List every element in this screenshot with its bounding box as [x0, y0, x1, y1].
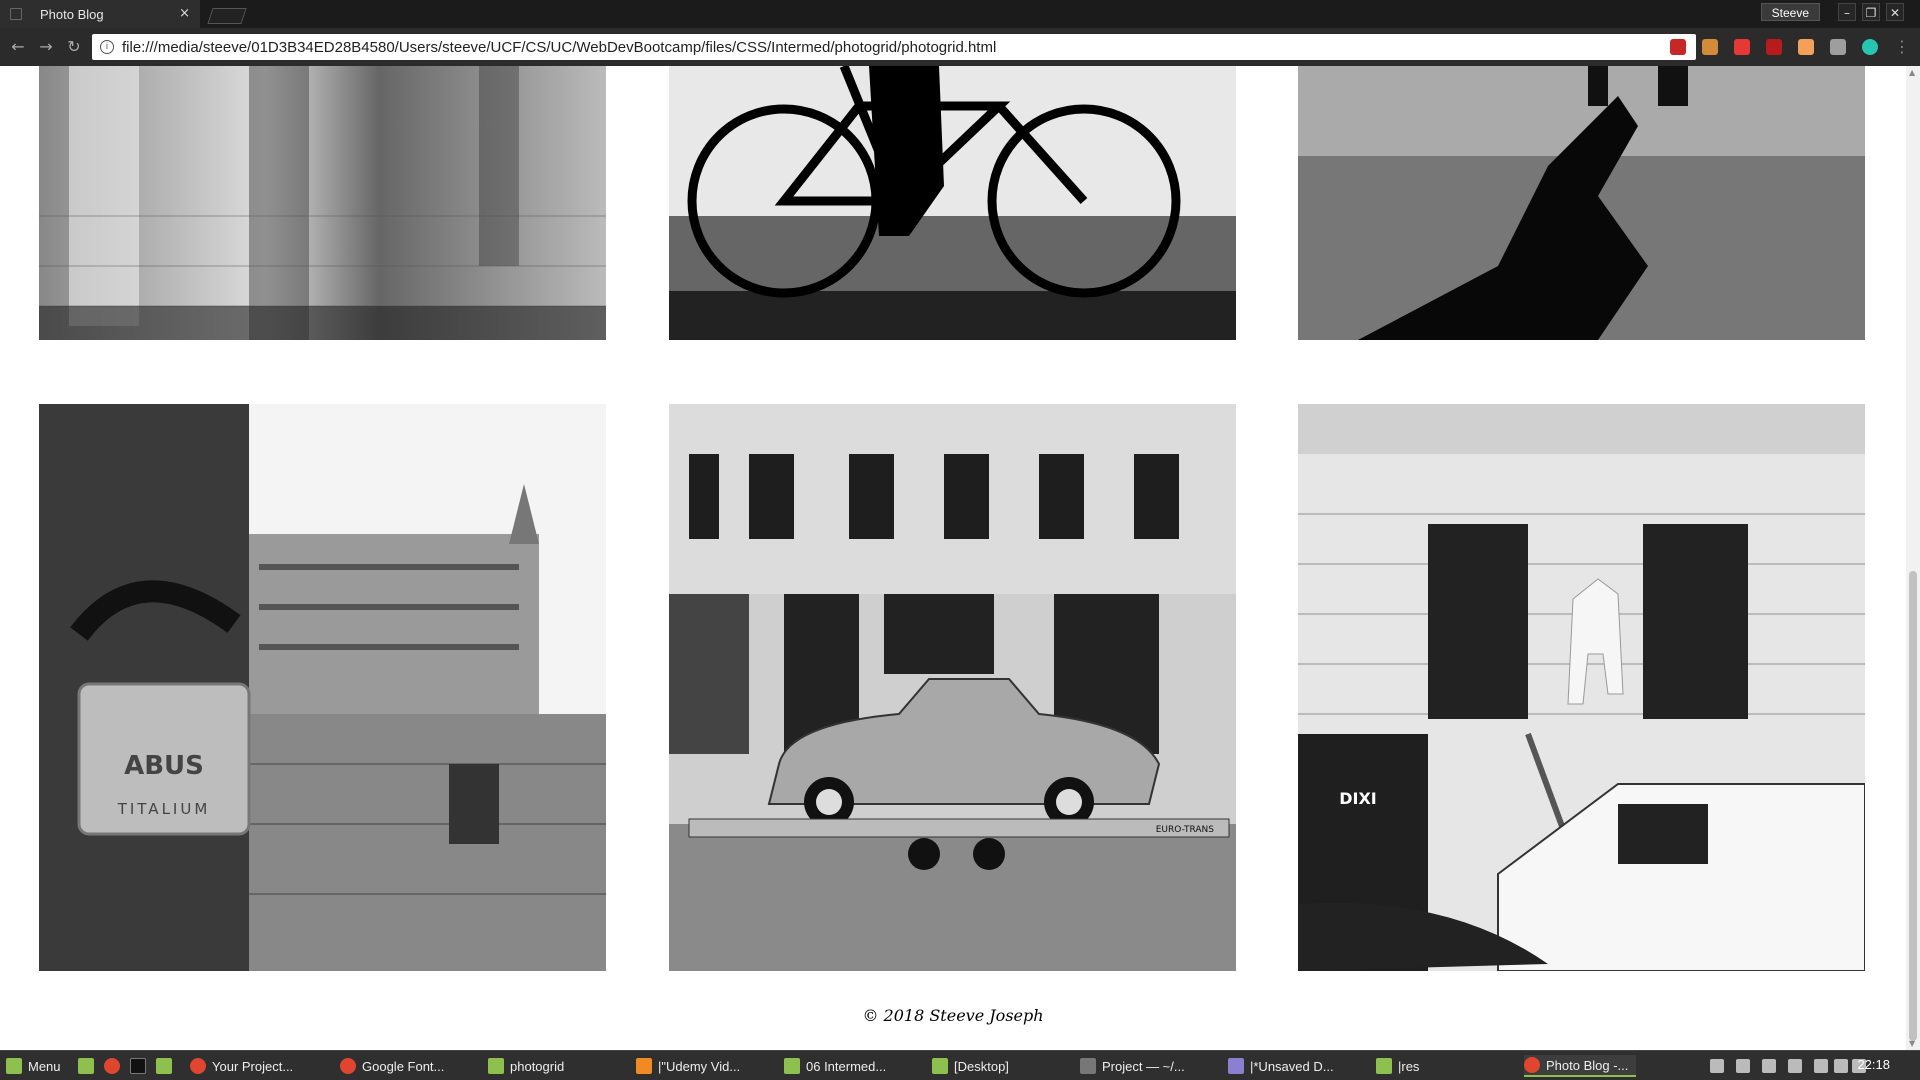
- taskbar-item[interactable]: |res: [1376, 1055, 1419, 1077]
- page-content: ABUS TITALIUM EURO-TRANS DIXI © 2018 Ste…: [0, 66, 1906, 1050]
- ublock-extension-icon[interactable]: [1670, 39, 1686, 55]
- page-scrollbar[interactable]: ▲ ▼: [1906, 66, 1920, 1050]
- url-text[interactable]: file:///media/steeve/01D3B34ED28B4580/Us…: [122, 39, 996, 56]
- shield-icon[interactable]: [1736, 1059, 1750, 1073]
- folder-icon: [488, 1058, 504, 1074]
- extension-icon[interactable]: [1830, 39, 1846, 55]
- trailer-brand-text: EURO-TRANS: [1156, 825, 1215, 835]
- taskbar-item[interactable]: |*Unsaved D...: [1228, 1055, 1334, 1077]
- wifi-icon[interactable]: [1814, 1059, 1828, 1073]
- folder-icon: [784, 1058, 800, 1074]
- minimize-icon[interactable]: –: [1838, 3, 1856, 21]
- show-desktop-icon[interactable]: [78, 1058, 94, 1074]
- restore-icon[interactable]: ❐: [1862, 3, 1880, 21]
- forward-icon[interactable]: →: [36, 37, 56, 57]
- padlock-brand-text: ABUS: [124, 751, 204, 781]
- taskbar-item[interactable]: Google Font...: [340, 1055, 444, 1077]
- terminal-launcher-icon[interactable]: [130, 1058, 146, 1074]
- taskbar-item[interactable]: [Desktop]: [932, 1055, 1009, 1077]
- menu-icon[interactable]: ⋮: [1892, 37, 1912, 57]
- toilet-brand-text: DIXI: [1339, 789, 1377, 808]
- photo-padlock: ABUS TITALIUM: [39, 404, 606, 971]
- update-icon[interactable]: [1762, 1059, 1776, 1073]
- page-icon: [10, 8, 22, 20]
- new-tab-button[interactable]: [207, 8, 247, 24]
- taskbar-item[interactable]: photogrid: [488, 1055, 564, 1077]
- folder-icon: [1376, 1058, 1392, 1074]
- start-menu-button[interactable]: Menu: [6, 1055, 61, 1077]
- browser-titlebar: Photo Blog × Steeve – ❐ ✕: [0, 0, 1920, 28]
- photo-car-trailer: EURO-TRANS: [669, 404, 1236, 971]
- chrome-icon: [190, 1058, 206, 1074]
- taskbar-item[interactable]: 06 Intermed...: [784, 1055, 886, 1077]
- address-bar[interactable]: i file:///media/steeve/01D3B34ED28B4580/…: [92, 34, 1696, 60]
- taskbar-item-active[interactable]: Photo Blog -...: [1524, 1055, 1637, 1077]
- atom-icon: [1080, 1058, 1096, 1074]
- menu-label: Menu: [28, 1058, 61, 1074]
- profile-button[interactable]: Steeve: [1760, 3, 1820, 21]
- extension-icon[interactable]: [1734, 39, 1750, 55]
- taskbar-item[interactable]: Project — ~/...: [1080, 1055, 1185, 1077]
- chrome-launcher-icon[interactable]: [104, 1058, 120, 1074]
- browser-tab[interactable]: Photo Blog ×: [0, 0, 200, 28]
- volume-icon[interactable]: [1834, 1059, 1848, 1073]
- photo-painter: DIXI: [1298, 404, 1865, 971]
- photo-bicycle: [669, 66, 1236, 340]
- scrollbar-thumb[interactable]: [1909, 571, 1917, 1041]
- back-icon[interactable]: ←: [8, 37, 28, 57]
- extension-icon[interactable]: [1862, 39, 1878, 55]
- tab-title: Photo Blog: [40, 6, 104, 22]
- browser-toolbar: ← → ↻ i file:///media/steeve/01D3B34ED28…: [0, 28, 1920, 66]
- video-icon: [636, 1058, 652, 1074]
- reload-icon[interactable]: ↻: [64, 37, 84, 57]
- chrome-icon: [1524, 1057, 1540, 1073]
- close-tab-icon[interactable]: ×: [179, 6, 190, 21]
- mint-logo-icon: [6, 1058, 22, 1074]
- extension-icon[interactable]: [1702, 39, 1718, 55]
- chrome-icon: [340, 1058, 356, 1074]
- clock[interactable]: 22:18: [1857, 1057, 1890, 1072]
- taskbar-item[interactable]: |"Udemy Vid...: [636, 1055, 740, 1077]
- files-launcher-icon[interactable]: [156, 1058, 172, 1074]
- scroll-up-icon[interactable]: ▲: [1909, 68, 1917, 77]
- close-window-icon[interactable]: ✕: [1886, 3, 1904, 21]
- info-icon[interactable]: i: [100, 40, 114, 54]
- folder-icon: [932, 1058, 948, 1074]
- taskbar-item[interactable]: Your Project...: [190, 1055, 293, 1077]
- extension-icon[interactable]: [1798, 39, 1814, 55]
- scroll-down-icon[interactable]: ▼: [1909, 1039, 1917, 1048]
- padlock-model-text: TITALIUM: [117, 800, 211, 818]
- photo-shadow: [1298, 66, 1865, 340]
- footer-copyright: © 2018 Steeve Joseph: [862, 1006, 1044, 1025]
- taskbar: Menu Your Project... Google Font... phot…: [0, 1050, 1920, 1080]
- text-editor-icon: [1228, 1058, 1244, 1074]
- user-icon[interactable]: [1788, 1059, 1802, 1073]
- network-icon[interactable]: [1710, 1059, 1724, 1073]
- photo-reflection: [39, 66, 606, 340]
- extension-icon[interactable]: [1766, 39, 1782, 55]
